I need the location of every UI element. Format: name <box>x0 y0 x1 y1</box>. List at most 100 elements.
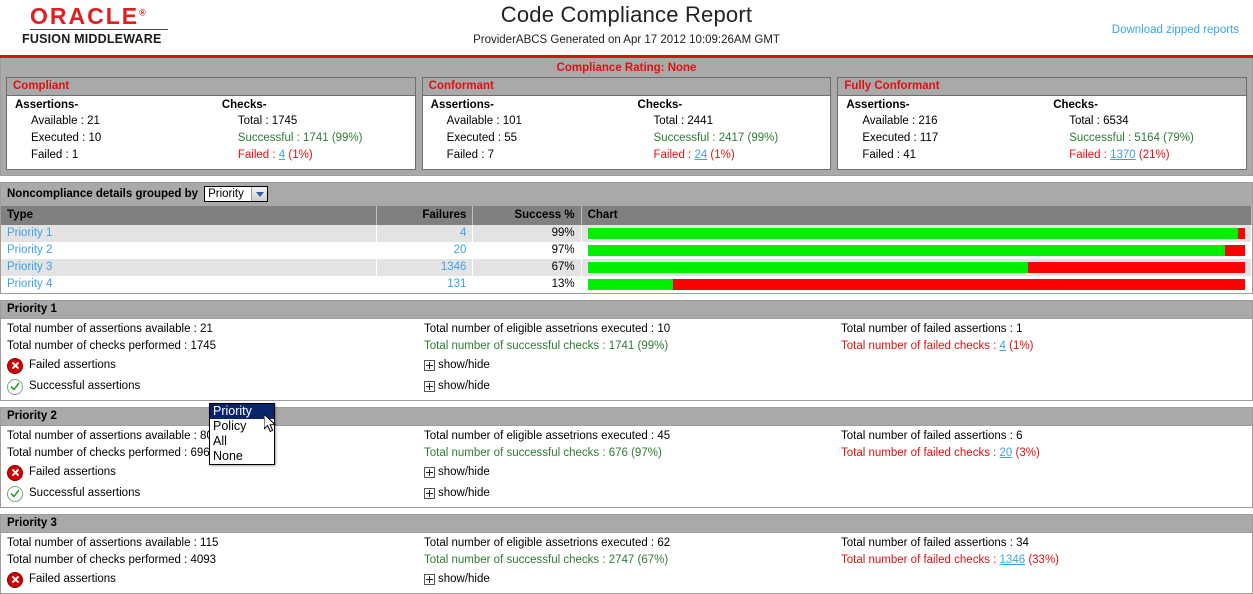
failed-checks-count-link[interactable]: 1346 <box>1000 554 1026 566</box>
failed-checks-line: Total number of failed checks : 4 (1%) <box>841 338 1252 355</box>
failed-assertions-count-line: Total number of failed assertions : 1 <box>841 323 1023 335</box>
bar-success-segment <box>587 227 1239 239</box>
showhide-label: show/hide <box>438 573 490 585</box>
checks-column: Checks- Total : 2441 Successful : 2417 (… <box>624 99 831 164</box>
grouping-toolbar: Noncompliance details grouped by Priorit… <box>1 183 1252 206</box>
row-failures-link[interactable]: 131 <box>447 278 466 290</box>
group-by-selected-value: Priority <box>208 188 244 200</box>
checks-performed-line: Total number of checks performed : 4093 <box>7 554 217 566</box>
assertions-column: Assertions- Available : 101 Executed : 5… <box>423 99 624 164</box>
detail-title: Priority 3 <box>1 515 1252 533</box>
check-circle-icon <box>7 485 23 502</box>
chevron-down-icon[interactable] <box>251 187 268 201</box>
panel-title: Conformant <box>422 78 831 96</box>
checks-failed-label: Failed : <box>1069 149 1111 161</box>
column-header-chart[interactable]: Chart <box>581 206 1253 225</box>
checks-column: Checks- Total : 6534 Successful : 5164 (… <box>1039 99 1246 164</box>
dropdown-option-policy[interactable]: Policy <box>210 419 274 434</box>
assertions-available-line: Total number of assertions available : 2… <box>7 323 213 335</box>
detail-column-left: Total number of assertions available : 1… <box>1 535 418 590</box>
column-header-failures[interactable]: Failures <box>376 206 474 225</box>
bar-success-segment <box>587 261 1029 273</box>
dropdown-option-priority[interactable]: Priority <box>210 404 274 419</box>
dropdown-option-none[interactable]: None <box>210 449 274 464</box>
expand-plus-icon <box>424 467 435 478</box>
row-failures-link[interactable]: 1346 <box>441 261 467 273</box>
row-failures-link[interactable]: 4 <box>460 227 466 239</box>
checks-heading: Checks- <box>637 99 683 111</box>
summary-panel-conformant: Conformant Assertions- Available : 101 E… <box>421 77 832 170</box>
report-subtitle: ProviderABCS Generated on Apr 17 2012 10… <box>473 34 780 46</box>
assertions-failed: Failed : 1 <box>31 149 79 161</box>
failed-assertions-count-line: Total number of failed assertions : 34 <box>841 537 1029 549</box>
expand-plus-icon <box>424 360 435 371</box>
showhide-label: show/hide <box>438 487 490 499</box>
success-failure-bar <box>587 244 1245 256</box>
failed-checks-percent: (3%) <box>1012 447 1040 459</box>
table-header-row: Type Failures Success % Chart <box>1 206 1253 225</box>
row-success-pct: 67% <box>472 259 582 276</box>
failed-assertions-showhide-toggle[interactable]: show/hide <box>424 569 835 590</box>
assertions-heading: Assertions- <box>846 99 910 111</box>
failed-checks-count-link[interactable]: 20 <box>1000 447 1013 459</box>
failed-checks-percent: (33%) <box>1025 554 1059 566</box>
error-x-icon <box>7 464 23 481</box>
checks-heading: Checks- <box>1053 99 1098 111</box>
column-header-success-pct[interactable]: Success % <box>472 206 582 225</box>
assertions-executed: Executed : 10 <box>31 132 102 144</box>
table-row: Priority 1 4 99% <box>1 225 1253 242</box>
group-by-dropdown-menu[interactable]: Priority Policy All None <box>209 403 275 465</box>
detail-column-middle: Total number of eligible assetrions exec… <box>418 321 835 397</box>
row-failures-cell: 131 <box>376 276 474 293</box>
failed-checks-label: Total number of failed checks : <box>841 447 1000 459</box>
error-x-icon <box>7 571 23 588</box>
checks-successful: Successful : 5164 (79%) <box>1069 132 1194 144</box>
detail-block-priority-3: Priority 3 Total number of assertions av… <box>0 514 1253 594</box>
dropdown-option-all[interactable]: All <box>210 434 274 449</box>
failed-checks-label: Total number of failed checks : <box>841 340 1000 352</box>
failed-checks-line: Total number of failed checks : 20 (3%) <box>841 445 1252 462</box>
failed-assertions-label: Failed assertions <box>29 573 116 585</box>
row-type-link[interactable]: Priority 1 <box>7 227 52 239</box>
assertions-heading: Assertions- <box>15 99 79 111</box>
page-title: Code Compliance Report <box>500 2 753 27</box>
successful-checks-line: Total number of successful checks : 2747… <box>424 554 669 566</box>
panel-title: Fully Conformant <box>838 78 1247 96</box>
failed-assertions-showhide-toggle[interactable]: show/hide <box>424 355 835 376</box>
failed-checks-label: Total number of failed checks : <box>841 554 1000 566</box>
row-failures-link[interactable]: 20 <box>454 244 467 256</box>
row-success-pct: 99% <box>472 225 582 242</box>
failed-assertions-showhide-toggle[interactable]: show/hide <box>424 462 835 483</box>
group-by-select[interactable]: Priority <box>204 186 269 202</box>
row-type-cell: Priority 2 <box>1 242 378 259</box>
row-type-link[interactable]: Priority 2 <box>7 244 52 256</box>
table-row: Priority 4 131 13% <box>1 276 1253 293</box>
row-failures-cell: 20 <box>376 242 474 259</box>
checks-failed-percent: (1%) <box>285 149 313 161</box>
row-type-link[interactable]: Priority 3 <box>7 261 52 273</box>
successful-assertions-showhide-toggle[interactable]: show/hide <box>424 376 835 397</box>
row-chart-cell <box>581 259 1253 276</box>
successful-assertions-label: Successful assertions <box>29 380 141 392</box>
detail-block-priority-2: Priority 2 Total number of assertions av… <box>0 407 1253 508</box>
detail-column-right: Total number of failed assertions : 1 To… <box>835 321 1252 397</box>
column-header-type[interactable]: Type <box>1 206 378 225</box>
checks-failed-count-link[interactable]: 1370 <box>1110 149 1136 161</box>
detail-column-middle: Total number of eligible assetrions exec… <box>418 535 835 590</box>
successful-assertions-showhide-toggle[interactable]: show/hide <box>424 483 835 504</box>
checks-failed-count-link[interactable]: 24 <box>694 149 707 161</box>
row-type-cell: Priority 1 <box>1 225 378 242</box>
page-header: ORACLE® FUSION MIDDLEWARE Code Complianc… <box>0 0 1253 55</box>
successful-checks-line: Total number of successful checks : 676 … <box>424 447 662 459</box>
failed-assertions-label: Failed assertions <box>29 359 116 371</box>
row-success-pct: 13% <box>472 276 582 293</box>
successful-checks-line: Total number of successful checks : 1741… <box>424 340 669 352</box>
detail-block-priority-1: Priority 1 Total number of assertions av… <box>0 300 1253 401</box>
checks-failed-percent: (21%) <box>1135 149 1170 161</box>
download-zipped-reports-link[interactable]: Download zipped reports <box>1112 24 1239 36</box>
successful-assertions-row: Successful assertions <box>7 483 418 504</box>
failed-checks-percent: (1%) <box>1005 340 1034 352</box>
checks-failed-percent: (1%) <box>707 149 735 161</box>
row-type-link[interactable]: Priority 4 <box>7 278 52 290</box>
detail-column-right: Total number of failed assertions : 34 T… <box>835 535 1252 590</box>
